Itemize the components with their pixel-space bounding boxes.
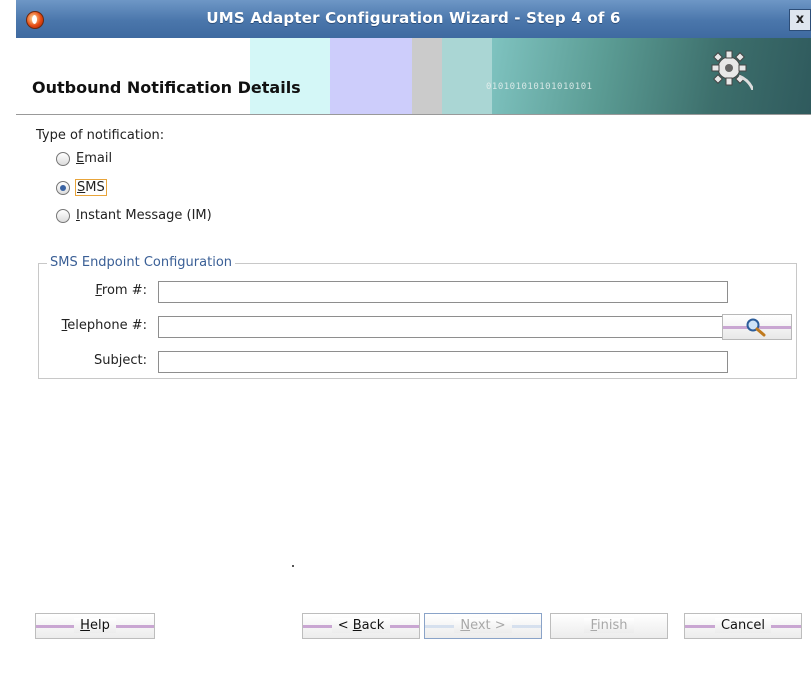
cancel-button[interactable]: Cancel [684,613,802,639]
back-button[interactable]: < Back [302,613,420,639]
radio-button-selected[interactable] [56,180,70,195]
mnemonic-letter: N [460,618,471,633]
background-window-edge [0,0,17,673]
page-title: Outbound Notification Details [32,78,301,97]
telephone-label: Telephone #: [37,318,147,333]
from-input[interactable] [158,281,728,303]
close-button[interactable]: x [789,9,811,31]
notification-type-label: Type of notification: [36,128,165,143]
subject-label: Subject: [37,353,147,368]
label-part: ect: [122,353,147,368]
label-rest: MS [85,180,105,195]
back-button-label: < Back [331,618,391,633]
header-banner-band [250,38,330,114]
wizard-dialog: UMS Adapter Configuration Wizard - Step … [16,0,811,673]
telephone-lookup-button[interactable] [722,314,792,340]
radio-sms-label: SMS [75,179,107,196]
header-banner-band [412,38,442,114]
radio-button[interactable] [56,208,70,223]
title-bar[interactable]: UMS Adapter Configuration Wizard - Step … [16,0,811,38]
finish-button-label: Finish [584,618,634,633]
mnemonic-letter: H [80,618,90,633]
next-button-label: Next > [454,618,512,633]
label-rest: nstant Message (IM) [79,208,212,223]
gear-icon [711,50,753,90]
mnemonic-letter: B [352,618,362,633]
header-binary-text: 010101010101010101 [486,82,593,92]
label-rest: elephone #: [67,318,147,333]
stray-dot [292,565,294,567]
label-rest: ack [361,618,385,633]
header-banner-band [330,38,412,114]
radio-email[interactable]: Email [56,151,113,166]
wizard-content: Type of notification: Email SMS Instant … [16,115,811,615]
help-button-label: Help [74,618,116,633]
label-prefix: < [337,618,353,633]
help-button[interactable]: Help [35,613,155,639]
finish-button[interactable]: Finish [550,613,668,639]
radio-sms[interactable]: SMS [56,179,107,196]
header-banner-image [492,38,811,114]
wizard-header: 010101010101010101 Outbound Notification… [16,38,811,115]
label-rest: mail [84,151,113,166]
label-rest: ext > [470,618,506,633]
search-icon [746,318,766,337]
from-label: From #: [37,283,147,298]
radio-instant-message[interactable]: Instant Message (IM) [56,208,213,223]
radio-im-label: Instant Message (IM) [75,208,213,223]
label-rest: inish [597,618,628,633]
label-rest: rom #: [101,283,147,298]
header-banner-band [442,38,492,114]
label-part: Sub [94,353,119,368]
group-legend: SMS Endpoint Configuration [47,255,236,270]
radio-button[interactable] [56,151,70,166]
window-title: UMS Adapter Configuration Wizard - Step … [206,9,621,27]
label-rest: elp [89,618,110,633]
subject-input[interactable] [158,351,728,373]
mnemonic-letter: E [76,151,85,166]
radio-email-label: Email [75,151,113,166]
telephone-input[interactable] [158,316,724,338]
next-button[interactable]: Next > [424,613,542,639]
cancel-button-label: Cancel [714,618,772,633]
